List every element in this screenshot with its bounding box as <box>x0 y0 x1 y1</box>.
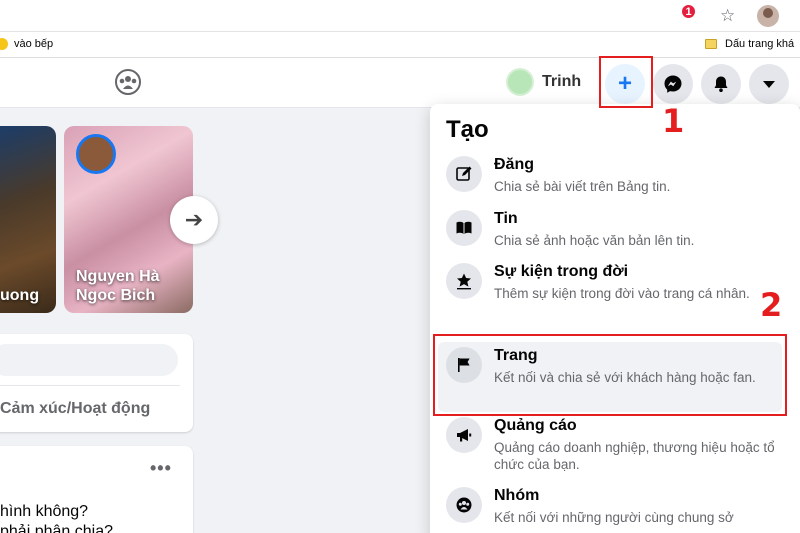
post-composer: Cảm xúc/Hoạt động <box>0 334 193 432</box>
browser-address-bar: ☆ <box>0 0 800 32</box>
user-name: Trinh <box>542 73 582 90</box>
bookmarks-folder[interactable]: Dấu trang khá <box>705 38 794 50</box>
account-menu-button[interactable] <box>749 64 789 104</box>
menu-item-description: Chia sẻ bài viết trên Bảng tin. <box>494 179 671 194</box>
user-avatar <box>506 68 534 96</box>
menu-item-label: Quảng cáo <box>494 417 577 434</box>
menu-item-label: Nhóm <box>494 487 540 504</box>
story-card[interactable]: uong <box>0 126 56 313</box>
bookmarks-bar: vào bếp Dấu trang khá <box>0 32 800 58</box>
composer-input[interactable] <box>0 344 178 376</box>
create-menu-title: Tạo <box>446 116 489 143</box>
messenger-icon <box>664 75 682 93</box>
menu-item-label: Tin <box>494 210 518 227</box>
arrow-right-icon: ➔ <box>184 207 204 232</box>
annotation-box-create <box>599 56 653 108</box>
profile-shortcut[interactable]: Trinh <box>506 67 581 97</box>
megaphone-icon <box>446 417 482 453</box>
story-name: Nguyen Hà Ngoc Bich <box>76 268 160 304</box>
bookmark-item-vao-bep[interactable]: vào bếp <box>0 38 53 50</box>
annotation-step-1: 1 <box>662 102 685 140</box>
story-avatar <box>76 134 116 174</box>
browser-profile-avatar[interactable] <box>757 5 779 27</box>
post-text: hình không? phải phân chia? <box>0 502 113 533</box>
menu-item-label: Sự kiện trong đời <box>494 263 629 280</box>
feeling-activity-button[interactable]: Cảm xúc/Hoạt động <box>0 400 150 418</box>
edit-icon <box>446 156 482 192</box>
menu-item-description: Kết nối với những người cùng chung sở <box>494 510 734 525</box>
facebook-top-bar: Trinh + <box>0 58 800 108</box>
menu-item-description: Chia sẻ ảnh hoặc văn bản lên tin. <box>494 233 695 248</box>
star-icon <box>446 263 482 299</box>
annotation-step-2: 2 <box>760 286 783 324</box>
stories-next-button[interactable]: ➔ <box>170 196 218 244</box>
post-line: phải phân chia? <box>0 523 113 533</box>
notifications-button[interactable] <box>701 64 741 104</box>
messenger-badge: 1 <box>680 3 697 20</box>
caret-down-icon <box>763 81 775 88</box>
create-menu: Tạo Đăng Chia sẻ bài viết trên Bảng tin.… <box>430 104 800 533</box>
bookmark-star-icon[interactable]: ☆ <box>720 6 735 26</box>
bookmarks-folder-label: Dấu trang khá <box>725 38 795 50</box>
messenger-button[interactable] <box>653 64 693 104</box>
book-icon <box>446 210 482 246</box>
folder-icon <box>705 39 717 49</box>
group-icon <box>446 487 482 523</box>
annotation-box-page <box>433 334 787 416</box>
post-line: hình không? <box>0 503 89 520</box>
feed-post: ••• hình không? phải phân chia? <box>0 446 193 533</box>
story-name: uong <box>0 287 40 304</box>
bell-icon <box>714 76 728 92</box>
groups-icon[interactable] <box>113 68 143 96</box>
menu-item-label: Đăng <box>494 156 534 173</box>
divider <box>0 385 180 386</box>
menu-item-description: Quảng cáo doanh nghiệp, thương hiệu hoặc… <box>494 440 775 472</box>
more-options-icon[interactable]: ••• <box>150 458 172 479</box>
bookmark-label: vào bếp <box>14 38 54 50</box>
menu-item-description: Thêm sự kiện trong đời vào trang cá nhân… <box>494 286 750 301</box>
emoji-icon <box>0 38 8 50</box>
